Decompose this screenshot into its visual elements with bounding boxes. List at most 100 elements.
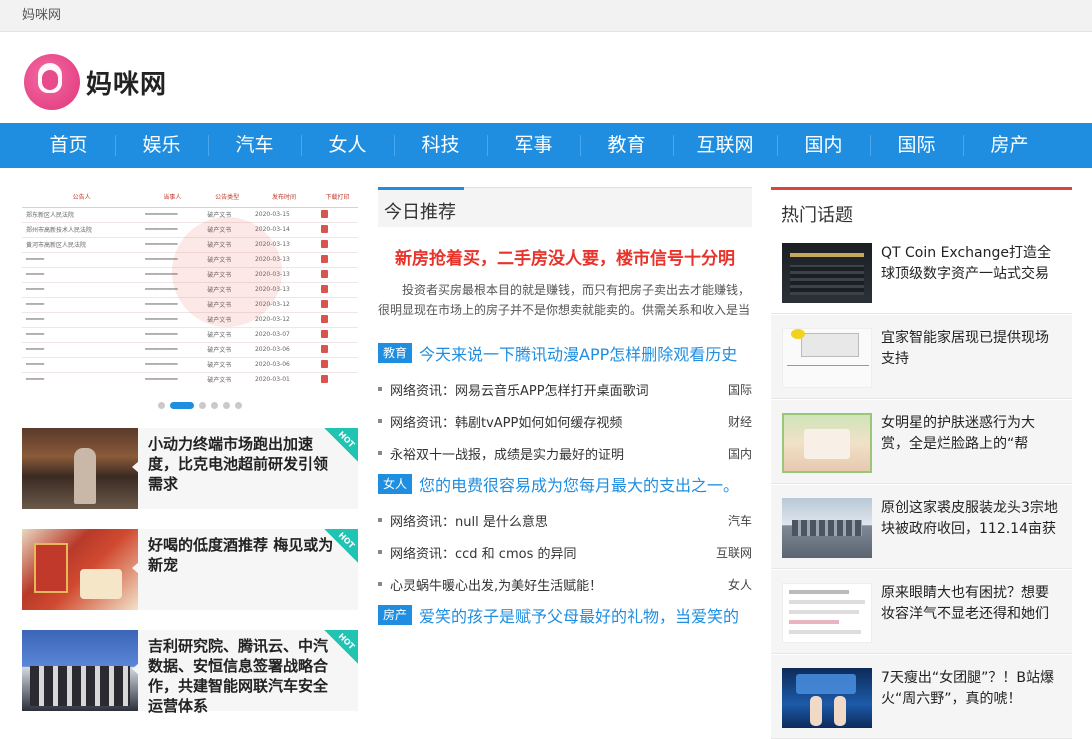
section-title: 今日推荐 — [384, 202, 456, 223]
news-category[interactable]: 女人 — [728, 576, 752, 593]
list-item[interactable]: 网络资讯：网易云音乐APP怎样打开桌面歌词 国际 — [378, 373, 752, 405]
site-logo[interactable]: 妈咪网 — [24, 54, 167, 110]
list-item[interactable]: 网络资讯：ccd 和 cmos 的异同 互联网 — [378, 536, 752, 568]
table-cell: 破产文书 — [203, 357, 251, 373]
topic-thumbnail[interactable] — [782, 413, 872, 473]
slider-dot-active[interactable] — [170, 402, 194, 409]
section-header: 今日推荐 — [378, 187, 752, 227]
table-cell — [317, 327, 358, 343]
news-title[interactable]: 网络资讯：null 是什么意思 — [390, 511, 728, 530]
feature-item[interactable]: 房产 爱笑的孩子是赋予父母最好的礼物，当爱笑的 — [378, 604, 752, 626]
news-category[interactable]: 互联网 — [716, 544, 752, 561]
nav-item-home[interactable]: 首页 — [22, 123, 115, 168]
slider-dot[interactable] — [223, 402, 230, 409]
topic-title[interactable]: 7天瘦出“女团腿”？！B站爆火“周六野”，真的唬！ — [881, 668, 1061, 710]
article-card[interactable]: 吉利研究院、腾讯云、中汽数据、安恒信息签署战略合作，共建智能网联汽车安全运营体系… — [22, 630, 358, 715]
table-cell: ━━━━━━━━━ — [141, 327, 204, 343]
slider-dot[interactable] — [211, 402, 218, 409]
topic-title[interactable]: 原来眼睛大也有困扰？想要妆容洋气不显老还得和她们 — [881, 583, 1061, 625]
feature-title[interactable]: 您的电费很容易成为您每月最大的支出之一。 — [419, 472, 739, 496]
list-item[interactable]: 网络资讯：null 是什么意思 汽车 — [378, 504, 752, 536]
article-thumbnail[interactable] — [22, 529, 138, 610]
slider-dot[interactable] — [158, 402, 165, 409]
article-thumbnail[interactable] — [22, 428, 138, 509]
slider-dot[interactable] — [235, 402, 242, 409]
category-tag[interactable]: 女人 — [378, 474, 413, 494]
news-title[interactable]: 永裕双十一战报，成绩是实力最好的证明 — [390, 444, 728, 463]
nav-item-real-estate[interactable]: 房产 — [963, 123, 1056, 168]
pdf-icon — [321, 224, 329, 233]
category-tag[interactable]: 房产 — [378, 605, 413, 625]
nav-item-education[interactable]: 教育 — [580, 123, 673, 168]
topic-thumbnail[interactable] — [782, 668, 872, 728]
table-cell — [317, 207, 358, 223]
table-cell — [317, 357, 358, 373]
topic-item[interactable]: 女明星的护肤迷惑行为大赏，全是烂脸路上的“帮 — [771, 400, 1072, 484]
article-card[interactable]: 好喝的低度酒推荐 梅见或为新宠 HOT — [22, 529, 358, 610]
category-tag[interactable]: 教育 — [378, 343, 413, 363]
news-title[interactable]: 网络资讯：网易云音乐APP怎样打开桌面歌词 — [390, 380, 728, 399]
article-card[interactable]: 小动力终端市场跑出加速度，比克电池超前研发引领需求 HOT — [22, 428, 358, 509]
hot-topics-section: 热门话题 QT Coin Exchange打造全球顶级数字资产一站式交易服 宜家… — [771, 187, 1072, 739]
nav-item-military[interactable]: 军事 — [487, 123, 580, 168]
news-category[interactable]: 国内 — [728, 445, 752, 462]
news-category[interactable]: 汽车 — [728, 512, 752, 529]
slider-dot[interactable] — [199, 402, 206, 409]
nav-item-tech[interactable]: 科技 — [394, 123, 487, 168]
topic-item[interactable]: 宜家智能家居现已提供现场支持 — [771, 315, 1072, 399]
news-title[interactable]: 网络资讯：韩剧tvAPP如何如何缓存视频 — [390, 412, 728, 431]
article-title[interactable]: 小动力终端市场跑出加速度，比克电池超前研发引领需求 — [148, 434, 334, 494]
feature-item[interactable]: 教育 今天来说一下腾讯动漫APP怎样删除观看历史 — [378, 342, 752, 364]
topic-item[interactable]: 原创这家裘皮服装龙头3宗地块被政府收回，112.14亩获 — [771, 485, 1072, 569]
table-cell: 2020-03-07 — [250, 327, 318, 343]
pdf-icon — [321, 254, 329, 263]
topic-title[interactable]: 宜家智能家居现已提供现场支持 — [881, 328, 1061, 370]
feature-title[interactable]: 爱笑的孩子是赋予父母最好的礼物，当爱笑的 — [419, 603, 739, 627]
topic-thumbnail[interactable] — [782, 583, 872, 643]
nav-item-internet[interactable]: 互联网 — [673, 123, 777, 168]
nav-item-international[interactable]: 国际 — [870, 123, 963, 168]
feature-item[interactable]: 女人 您的电费很容易成为您每月最大的支出之一。 — [378, 473, 752, 495]
nav-item-women[interactable]: 女人 — [301, 123, 394, 168]
list-item[interactable]: 网络资讯：韩剧tvAPP如何如何缓存视频 财经 — [378, 405, 752, 437]
section-title: 热门话题 — [781, 205, 853, 226]
site-name-link[interactable]: 妈咪网 — [22, 8, 61, 23]
topic-title[interactable]: 原创这家裘皮服装龙头3宗地块被政府收回，112.14亩获 — [881, 498, 1061, 540]
table-cell — [317, 252, 358, 268]
table-cell: 2020-03-06 — [250, 342, 318, 358]
list-item[interactable]: 永裕双十一战报，成绩是实力最好的证明 国内 — [378, 437, 752, 469]
pdf-icon — [321, 329, 329, 338]
article-thumbnail[interactable] — [22, 630, 138, 711]
feature-title[interactable]: 今天来说一下腾讯动漫APP怎样删除观看历史 — [419, 341, 737, 365]
table-header: 发布时间 — [250, 187, 318, 208]
table-row: ━━━━━ ━━━━━━━━━ 破产文书 2020-03-12 — [22, 312, 358, 328]
topic-thumbnail[interactable] — [782, 328, 872, 388]
topic-item[interactable]: 原来眼睛大也有困扰？想要妆容洋气不显老还得和她们 — [771, 570, 1072, 654]
list-item[interactable]: 心灵蜗牛暖心出发,为美好生活赋能！ 女人 — [378, 568, 752, 600]
news-category[interactable]: 国际 — [728, 381, 752, 398]
table-cell: 2020-03-15 — [250, 207, 318, 223]
nav-item-entertainment[interactable]: 娱乐 — [115, 123, 208, 168]
topic-title[interactable]: QT Coin Exchange打造全球顶级数字资产一站式交易服 — [881, 243, 1061, 285]
image-slider[interactable]: 公告人 当事人 公告类型 发布时间 下载打印 郑东新区人民法院 ━━━━━━━━━… — [22, 187, 358, 387]
square-bullet-icon — [378, 419, 382, 423]
news-list: 网络资讯：null 是什么意思 汽车 网络资讯：ccd 和 cmos 的异同 互… — [378, 504, 752, 600]
table-cell: ━━━━━ — [22, 312, 142, 328]
nav-item-auto[interactable]: 汽车 — [208, 123, 301, 168]
topic-item[interactable]: 7天瘦出“女团腿”？！B站爆火“周六野”，真的唬！ — [771, 655, 1072, 739]
headline-link[interactable]: 新房抢着买，二手房没人要，楼市信号十分明 — [378, 244, 752, 269]
topic-thumbnail[interactable] — [782, 243, 872, 303]
news-title[interactable]: 网络资讯：ccd 和 cmos 的异同 — [390, 543, 716, 562]
table-header: 公告类型 — [203, 187, 251, 208]
table-cell: ━━━━━ — [22, 327, 142, 343]
article-title[interactable]: 吉利研究院、腾讯云、中汽数据、安恒信息签署战略合作，共建智能网联汽车安全运营体系 — [148, 636, 334, 716]
news-category[interactable]: 财经 — [728, 413, 752, 430]
article-title[interactable]: 好喝的低度酒推荐 梅见或为新宠 — [148, 535, 334, 575]
main-nav: 首页 娱乐 汽车 女人 科技 军事 教育 互联网 国内 国际 房产 — [0, 123, 1092, 168]
topic-title[interactable]: 女明星的护肤迷惑行为大赏，全是烂脸路上的“帮 — [881, 413, 1061, 455]
table-row: ━━━━━ ━━━━━━━━━ 破产文书 2020-03-07 — [22, 327, 358, 343]
topic-thumbnail[interactable] — [782, 498, 872, 558]
topic-item[interactable]: QT Coin Exchange打造全球顶级数字资产一站式交易服 — [771, 230, 1072, 314]
nav-item-domestic[interactable]: 国内 — [777, 123, 870, 168]
news-title[interactable]: 心灵蜗牛暖心出发,为美好生活赋能！ — [390, 575, 728, 594]
